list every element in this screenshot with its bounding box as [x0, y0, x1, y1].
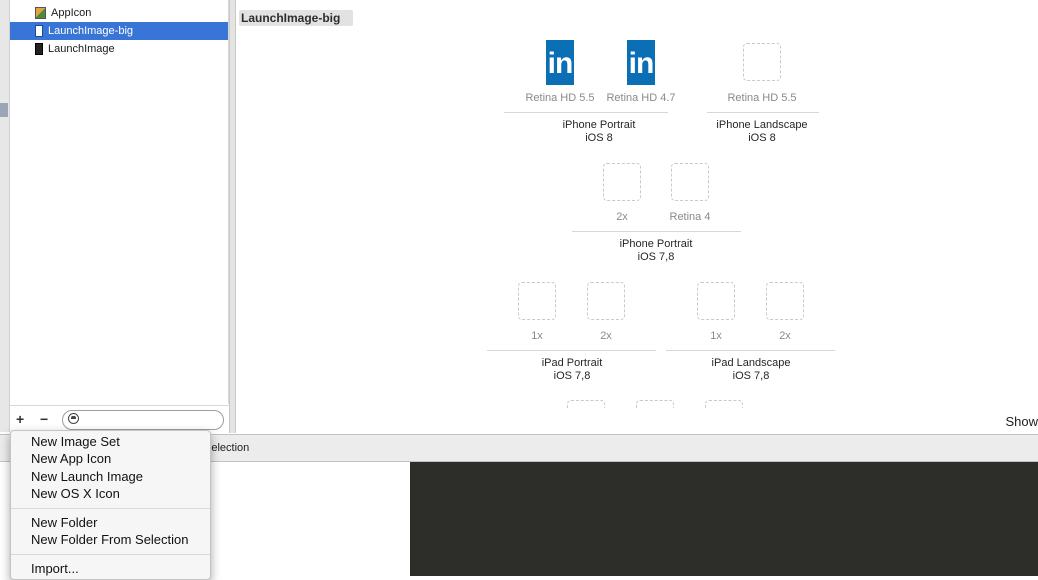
add-asset-menu: New Image Set New App Icon New Launch Im… — [10, 430, 211, 580]
menu-item-new-os-x-icon[interactable]: New OS X Icon — [31, 486, 120, 501]
group-divider — [572, 231, 741, 232]
slot-label: 2x — [779, 330, 791, 342]
empty-image-slot[interactable] — [671, 163, 709, 201]
group-title: iPhone Portrait iOS 7,8 — [591, 238, 721, 264]
os-version: iOS 7,8 — [553, 370, 591, 382]
os-version: iOS 8 — [585, 132, 613, 144]
empty-image-slot[interactable] — [743, 43, 781, 81]
device-name: iPad Portrait — [541, 357, 603, 369]
menu-item-new-folder[interactable]: New Folder — [31, 515, 97, 530]
group-title: iPhone Landscape iOS 8 — [697, 119, 827, 145]
asset-list: AppIcon LaunchImage-big LaunchImage — [10, 0, 229, 404]
split-view-divider[interactable] — [229, 0, 236, 433]
slot-label: Retina HD 5.5 — [727, 92, 797, 104]
app-icon-thumbnail-icon — [35, 7, 46, 19]
empty-image-slot[interactable] — [518, 282, 556, 320]
slot-label: 1x — [531, 330, 543, 342]
menu-separator — [11, 554, 210, 555]
linkedin-logo-image[interactable]: in — [546, 40, 574, 85]
group-divider — [487, 350, 656, 351]
asset-item-appicon[interactable]: AppIcon — [10, 4, 228, 22]
menu-item-new-app-icon[interactable]: New App Icon — [31, 451, 111, 466]
window-edge-strip — [0, 0, 10, 432]
empty-image-slot[interactable] — [603, 163, 641, 201]
os-version: iOS 7,8 — [637, 251, 675, 263]
menu-item-import[interactable]: Import... — [31, 561, 79, 576]
group-divider — [707, 112, 819, 113]
device-name: iPhone Portrait — [562, 119, 636, 131]
asset-editor: LaunchImage-big in Retina HD 5.5 in Reti… — [237, 0, 1038, 433]
empty-image-slot[interactable] — [705, 400, 743, 408]
menu-item-new-folder-from-selection[interactable]: New Folder From Selection — [31, 532, 189, 547]
asset-item-launchimage[interactable]: LaunchImage — [10, 40, 228, 58]
filter-icon[interactable] — [68, 413, 79, 424]
asset-item-launchimage-big[interactable]: LaunchImage-big — [10, 22, 228, 40]
empty-image-slot[interactable] — [636, 400, 674, 408]
filter-input[interactable] — [62, 410, 224, 430]
remove-asset-button[interactable]: − — [40, 411, 48, 427]
os-version: iOS 8 — [748, 132, 776, 144]
device-name: iPhone Portrait — [619, 238, 693, 250]
group-title: iPad Portrait iOS 7,8 — [507, 357, 637, 383]
linkedin-logo-image[interactable]: in — [627, 40, 655, 85]
device-name: iPhone Landscape — [716, 119, 808, 131]
launch-image-thumbnail-icon — [35, 43, 43, 55]
slot-label: 1x — [710, 330, 722, 342]
console-view[interactable] — [410, 462, 1038, 576]
asset-item-label: AppIcon — [51, 7, 92, 19]
os-version: iOS 7,8 — [732, 370, 770, 382]
empty-image-slot[interactable] — [567, 400, 605, 408]
slot-label: Retina HD 4.7 — [606, 92, 676, 104]
show-button[interactable]: Show — [1005, 414, 1038, 429]
edge-marker — [0, 103, 8, 117]
menu-separator — [11, 508, 210, 509]
empty-image-slot[interactable] — [697, 282, 735, 320]
device-name: iPad Landscape — [711, 357, 791, 369]
asset-item-label: LaunchImage-big — [48, 25, 134, 37]
menu-item-new-image-set[interactable]: New Image Set — [31, 434, 120, 449]
slot-label: 2x — [600, 330, 612, 342]
asset-item-label: LaunchImage — [48, 43, 115, 55]
asset-set-title[interactable]: LaunchImage-big — [239, 10, 353, 26]
slot-label: Retina HD 5.5 — [525, 92, 595, 104]
empty-image-slot[interactable] — [766, 282, 804, 320]
menu-item-new-launch-image[interactable]: New Launch Image — [31, 469, 143, 484]
slot-label: Retina 4 — [669, 211, 711, 223]
group-divider — [504, 112, 668, 113]
group-divider — [666, 350, 835, 351]
group-title: iPhone Portrait iOS 8 — [504, 119, 694, 145]
group-title: iPad Landscape iOS 7,8 — [686, 357, 816, 383]
empty-image-slot[interactable] — [587, 282, 625, 320]
launch-image-thumbnail-icon — [35, 25, 43, 37]
add-asset-button[interactable]: + — [16, 411, 24, 427]
